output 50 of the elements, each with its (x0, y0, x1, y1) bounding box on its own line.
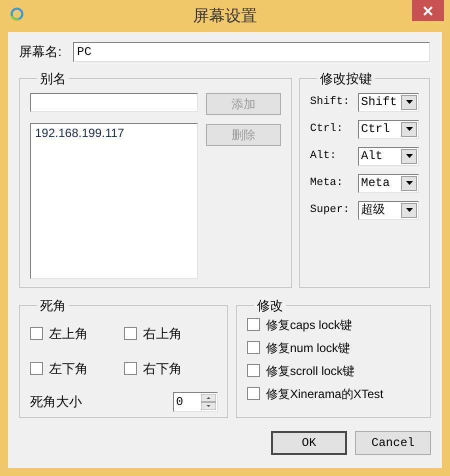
alias-list[interactable]: 192.168.199.117 (30, 122, 198, 278)
list-item[interactable]: 192.168.199.117 (35, 124, 193, 140)
checkbox[interactable] (30, 362, 43, 376)
checkbox[interactable] (124, 326, 137, 340)
key-dropdown[interactable]: Meta (358, 174, 419, 192)
app-icon (10, 7, 24, 21)
group-title: 修改按键 (319, 70, 373, 88)
checkbox[interactable] (247, 387, 260, 400)
spinbox-value: 0 (175, 394, 184, 410)
key-dropdown[interactable]: Ctrl (358, 120, 419, 138)
checkbox-label: 左下角 (49, 360, 88, 378)
checkbox[interactable] (30, 326, 43, 340)
key-dropdown[interactable]: Shift (358, 92, 419, 112)
field-label: 屏幕名: (19, 43, 63, 62)
key-label: Super: (310, 202, 351, 218)
close-icon (423, 6, 433, 16)
ok-button[interactable]: OK (271, 431, 347, 455)
screen-name-field[interactable]: PC (73, 42, 430, 62)
checkbox-label: 右下角 (143, 360, 182, 378)
key-label: Ctrl: (310, 122, 344, 137)
dropdown-value: 超级 (360, 202, 386, 219)
window-title: 屏幕设置 (192, 6, 258, 27)
spin-arrows-icon[interactable] (201, 394, 216, 410)
dropdown-value: Ctrl (360, 121, 391, 138)
checkbox-label: 修复scroll lock键 (266, 364, 355, 378)
key-dropdown[interactable]: 超级 (358, 200, 419, 220)
checkbox-label: 修复Xinerama的XTest (266, 386, 384, 400)
key-label: Alt: (310, 148, 338, 164)
checkbox[interactable] (247, 364, 260, 377)
group-title: 别名 (39, 70, 67, 88)
group-title: 死角 (39, 297, 67, 315)
dropdown-value: Shift (360, 94, 398, 111)
key-dropdown[interactable]: Alt (358, 146, 419, 166)
dropdown-value: Meta (360, 175, 391, 192)
alias-field[interactable] (30, 92, 198, 112)
group-title: 修改 (256, 297, 284, 315)
checkbox-label: 左上角 (49, 324, 88, 342)
cancel-button[interactable]: Cancel (355, 431, 431, 455)
checkbox-label: 右上角 (143, 324, 182, 342)
key-label: Shift: (310, 94, 351, 110)
dropdown-value: Alt (360, 148, 384, 165)
size-spinbox[interactable]: 0 (173, 392, 218, 412)
checkbox-label: 修复caps lock键 (266, 318, 352, 332)
checkbox[interactable] (247, 318, 260, 331)
checkbox[interactable] (247, 341, 260, 354)
key-label: Meta: (310, 176, 344, 191)
field-label: 死角大小 (30, 392, 82, 411)
checkbox-label: 修复num lock键 (266, 340, 350, 354)
checkbox[interactable] (124, 362, 137, 376)
close-button[interactable] (412, 0, 444, 21)
